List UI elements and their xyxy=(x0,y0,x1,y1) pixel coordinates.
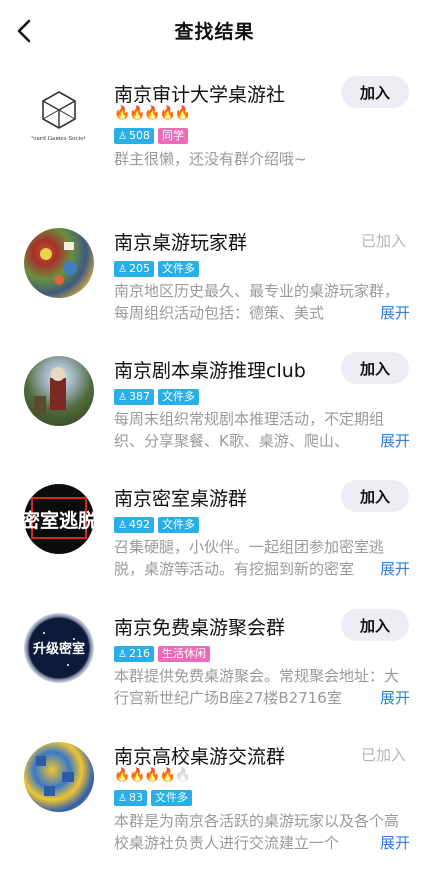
group-avatar xyxy=(24,742,94,812)
expand-link[interactable]: 展开 xyxy=(357,558,410,580)
join-button[interactable]: 加入 xyxy=(341,352,409,384)
group-item[interactable]: 密室逃脱 南京密室桌游群 ♙ 492 文件多 召集硬腿，小伙伴。一起组团参加密室逃… xyxy=(0,480,429,594)
group-item[interactable]: 升级密室 南京免费桌游聚会群 ♙ 216 生活休闲 本群提供免费桌游聚会。常规聚会… xyxy=(0,609,429,723)
member-count-badge: ♙ 205 xyxy=(114,261,154,277)
svg-text:升级密室: 升级密室 xyxy=(33,641,85,657)
group-name: 南京审计大学桌游社 xyxy=(114,84,286,106)
group-avatar xyxy=(24,228,94,298)
group-description: 本群是为南京各活跃的桌游玩家以及各个高校桌游社负责人进行交流建立一个 展开 xyxy=(114,812,410,854)
tag-badge: 文件多 xyxy=(157,389,199,405)
group-description: 本群提供免费桌游聚会。常规聚会地址：大行宫新世纪广场B座27楼B2716室 展开 xyxy=(114,667,410,709)
group-description: 每周末组织常规剧本推理活动，不定期组织、分享聚餐、K歌、桌游、爬山、 展开 xyxy=(114,410,410,452)
joined-label: 已加入 xyxy=(361,232,407,250)
member-count-badge: ♙ 508 xyxy=(114,128,154,144)
group-item[interactable]: 南京桌游玩家群 ♙ 205 文件多 南京地区历史最久、最专业的桌游玩家群，每周组织… xyxy=(0,228,429,338)
group-avatar xyxy=(24,356,94,426)
group-name: 南京高校桌游交流群 xyxy=(114,746,286,768)
expand-link[interactable]: 展开 xyxy=(357,687,410,709)
group-avatar: Board Games Society xyxy=(24,80,94,150)
join-button[interactable]: 加入 xyxy=(341,609,409,641)
member-count-badge: ♙ 492 xyxy=(114,517,154,533)
svg-text:密室逃脱: 密室逃脱 xyxy=(24,509,94,532)
expand-link[interactable]: 展开 xyxy=(357,430,410,452)
expand-link[interactable]: 展开 xyxy=(357,832,410,854)
tag-badge: 同学 xyxy=(157,128,188,144)
member-count-badge: ♙ 83 xyxy=(114,790,147,806)
group-description: 南京地区历史最久、最专业的桌游玩家群，每周组织活动包括：德策、美式 展开 xyxy=(114,282,410,324)
tag-badge: 文件多 xyxy=(157,517,199,533)
group-name: 南京桌游玩家群 xyxy=(114,232,248,254)
group-description: 召集硬腿，小伙伴。一起组团参加密室逃脱，桌游等活动。有挖掘到新的密室 展开 xyxy=(114,538,410,580)
join-button[interactable]: 加入 xyxy=(341,76,409,108)
group-item[interactable]: 南京高校桌游交流群 🔥🔥🔥🔥🔥 ♙ 83 文件多 本群是为南京各活跃的桌游玩家以及… xyxy=(0,742,429,872)
joined-label: 已加入 xyxy=(361,746,407,764)
tag-badge: 文件多 xyxy=(157,261,199,277)
nav-bar: 查找结果 xyxy=(0,0,429,60)
tag-badge: 生活休闲 xyxy=(157,646,210,662)
group-avatar: 密室逃脱 xyxy=(24,484,94,554)
activity-flames-icon: 🔥🔥🔥🔥🔥 xyxy=(114,768,191,783)
tag-badge: 文件多 xyxy=(150,790,192,806)
group-description: 群主很懒，还没有群介绍哦~ xyxy=(114,150,307,168)
group-name: 南京剧本桌游推理club xyxy=(114,360,306,382)
group-name: 南京密室桌游群 xyxy=(114,488,248,510)
group-item[interactable]: 南京剧本桌游推理club ♙ 387 文件多 每周末组织常规剧本推理活动，不定期组… xyxy=(0,352,429,466)
group-name: 南京免费桌游聚会群 xyxy=(114,617,286,639)
join-button[interactable]: 加入 xyxy=(341,480,409,512)
member-count-badge: ♙ 216 xyxy=(114,646,154,662)
member-count-badge: ♙ 387 xyxy=(114,389,154,405)
group-item[interactable]: Board Games Society 南京审计大学桌游社 🔥🔥🔥🔥🔥 ♙ 508… xyxy=(0,76,429,190)
page-title: 查找结果 xyxy=(174,20,255,43)
expand-link[interactable]: 展开 xyxy=(357,302,410,324)
back-arrow-icon[interactable] xyxy=(14,18,36,44)
activity-flames-icon: 🔥🔥🔥🔥🔥 xyxy=(114,106,191,121)
group-avatar: 升级密室 xyxy=(24,613,94,683)
svg-text:Board Games Society: Board Games Society xyxy=(29,136,90,142)
